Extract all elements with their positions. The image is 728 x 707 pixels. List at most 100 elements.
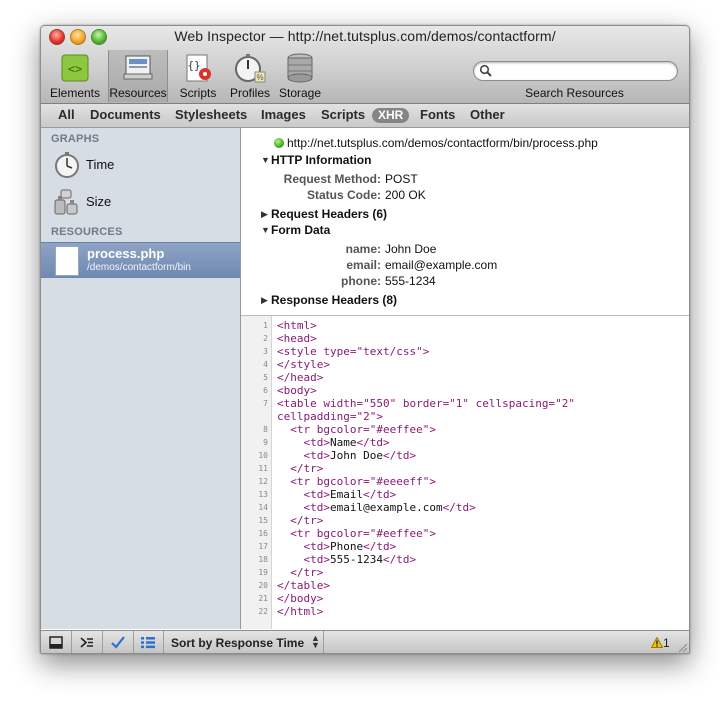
line-number: 1: [263, 321, 268, 330]
filter-images[interactable]: Images: [261, 107, 306, 122]
resource-details: http://net.tutsplus.com/demos/contactfor…: [241, 128, 689, 316]
line-number: 10: [258, 451, 268, 460]
window-title: Web Inspector — http://net.tutsplus.com/…: [174, 28, 556, 44]
resources-icon: [123, 55, 153, 80]
line-number: 15: [258, 516, 268, 525]
source-code: cellpadding="2">: [277, 410, 383, 423]
enable-resources-button[interactable]: [103, 631, 134, 653]
filter-scripts[interactable]: Scripts: [321, 107, 365, 122]
source-line: 19 </tr>: [241, 566, 689, 579]
line-number: 4: [263, 360, 268, 369]
line-number: 3: [263, 347, 268, 356]
response-source-view[interactable]: 1 <html> 2 <head> 3 <style type="text/css"> 4 <…: [241, 316, 689, 629]
form-phone-key: phone:: [341, 274, 381, 288]
line-number: 7: [263, 399, 268, 408]
form-email-key: email:: [346, 258, 381, 272]
source-line: 12 <tr bgcolor="#eeeeff">: [241, 475, 689, 488]
dock-icon: [49, 636, 63, 649]
source-code: <body>: [277, 384, 317, 397]
resource-path: /demos/contactform/bin: [87, 262, 191, 273]
console-button[interactable]: [72, 631, 103, 653]
sort-select[interactable]: Sort by Response Time ▲ ▼: [163, 631, 324, 653]
filter-stylesheets[interactable]: Stylesheets: [175, 107, 247, 122]
source-line: 2 <head>: [241, 332, 689, 345]
source-line: 7 <table width="550" border="1" cellspaci…: [241, 397, 689, 410]
tool-elements[interactable]: <> Elements: [46, 50, 104, 102]
disclosure-collapsed-icon[interactable]: ▶: [261, 295, 268, 306]
graphs-heading: GRAPHS: [51, 133, 100, 145]
status-bar: Sort by Response Time ▲ ▼ 1: [41, 630, 689, 653]
filter-documents[interactable]: Documents: [90, 107, 161, 122]
resize-grip-icon[interactable]: [677, 642, 687, 652]
line-number: 9: [263, 438, 268, 447]
source-code: <td>John Doe</td>: [303, 449, 417, 462]
status-ok-icon: [274, 138, 284, 148]
request-headers-header[interactable]: Request Headers (6): [271, 207, 387, 221]
resource-filter-bar: All Documents Stylesheets Images Scripts…: [41, 104, 689, 128]
line-number: 11: [258, 464, 268, 473]
sidebar-item-size[interactable]: Size: [41, 187, 240, 217]
dock-button[interactable]: [41, 631, 72, 653]
source-code: <html>: [277, 319, 317, 332]
svg-text:<>: <>: [68, 62, 82, 76]
profiles-icon: %: [235, 54, 266, 83]
disclosure-expanded-icon[interactable]: ▼: [261, 225, 270, 235]
filter-xhr[interactable]: XHR: [372, 108, 410, 123]
source-code: <table width="550" border="1" cellspacin…: [277, 397, 576, 410]
elements-icon: <>: [61, 54, 89, 82]
resource-item-process-php[interactable]: process.php /demos/contactform/bin: [41, 242, 240, 278]
source-code: <tr bgcolor="#eeeeff">: [290, 475, 436, 488]
sidebar-item-label: Time: [86, 157, 115, 172]
tool-scripts[interactable]: {} Scripts: [169, 50, 227, 102]
source-line: 15 </tr>: [241, 514, 689, 527]
warning-count[interactable]: 1: [650, 636, 670, 650]
sidebar-item-time[interactable]: Time: [41, 150, 240, 180]
document-icon: [55, 246, 79, 276]
tool-label: Storage: [278, 86, 322, 100]
filter-all[interactable]: All: [58, 107, 75, 122]
source-code: <head>: [277, 332, 317, 345]
source-line: 8 <tr bgcolor="#eeffee">: [241, 423, 689, 436]
line-number: 12: [258, 477, 268, 486]
http-information-header[interactable]: HTTP Information: [271, 153, 371, 167]
source-code: </html>: [277, 605, 324, 618]
source-line: 18 <td>555-1234</td>: [241, 553, 689, 566]
source-line: 10 <td>John Doe</td>: [241, 449, 689, 462]
disclosure-expanded-icon[interactable]: ▼: [261, 155, 270, 165]
line-number: 18: [258, 555, 268, 564]
filter-other[interactable]: Other: [470, 107, 505, 122]
response-headers-header[interactable]: Response Headers (8): [271, 293, 397, 307]
source-line: 1 <html>: [241, 319, 689, 332]
tool-storage[interactable]: Storage: [271, 50, 329, 102]
source-line: 13 <td>Email</td>: [241, 488, 689, 501]
source-code: <td>Name</td>: [303, 436, 390, 449]
search-icon: [479, 64, 492, 77]
search-field[interactable]: [473, 61, 678, 81]
source-code: <td>Email</td>: [303, 488, 397, 501]
line-number: 17: [258, 542, 268, 551]
checkmark-icon: [111, 636, 125, 649]
source-line: 14 <td>email@example.com</td>: [241, 501, 689, 514]
status-code-value: 200 OK: [385, 188, 426, 202]
scripts-icon: {}: [186, 54, 211, 82]
source-code: <td>Phone</td>: [303, 540, 397, 553]
source-line: 3 <style type="text/css">: [241, 345, 689, 358]
filter-fonts[interactable]: Fonts: [420, 107, 455, 122]
source-line: 16 <tr bgcolor="#eeffee">: [241, 527, 689, 540]
line-number: 13: [258, 490, 268, 499]
console-icon: [80, 637, 93, 648]
disclosure-collapsed-icon[interactable]: ▶: [261, 209, 268, 220]
source-code: </tr>: [290, 566, 324, 579]
source-line: 5 </head>: [241, 371, 689, 384]
source-code: </tr>: [290, 462, 324, 475]
stopwatch-icon: [55, 152, 79, 178]
source-code: <tr bgcolor="#eeffee">: [290, 527, 436, 540]
form-data-header[interactable]: Form Data: [271, 223, 330, 237]
resources-heading: RESOURCES: [51, 226, 123, 238]
source-line: 17 <td>Phone</td>: [241, 540, 689, 553]
source-code: </table>: [277, 579, 330, 592]
tool-resources[interactable]: Resources: [108, 50, 168, 102]
source-line: 9 <td>Name</td>: [241, 436, 689, 449]
large-rows-button[interactable]: [133, 631, 164, 653]
search-input[interactable]: [496, 63, 670, 80]
